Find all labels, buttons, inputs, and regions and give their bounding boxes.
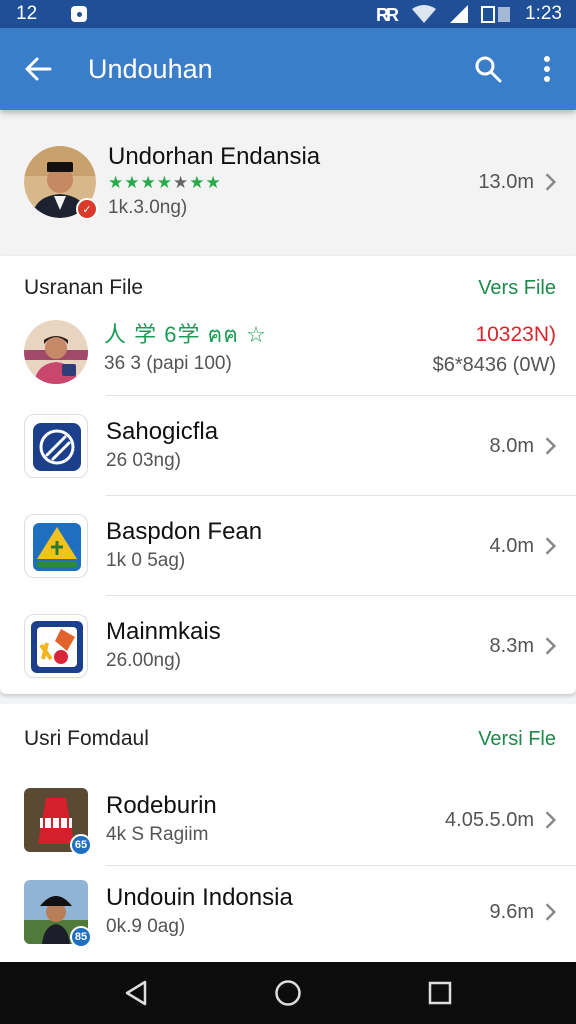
app-icon: 65 [24, 788, 92, 856]
list-item[interactable]: Sahogicfla 26 03ng) 8.0m [0, 396, 576, 496]
nav-recents-button[interactable] [410, 962, 470, 1024]
item-size-group: 8.3m [490, 635, 558, 658]
item-subtitle: 0k.9 0ag) [106, 916, 186, 937]
app-icon: 85 [24, 880, 92, 948]
app-bar: Undouhan [0, 28, 576, 110]
list-item[interactable]: 65 Rodeburin 4k S Ragiim 4.05.5.0m [0, 774, 576, 866]
chevron-right-icon [545, 811, 557, 829]
back-button[interactable] [0, 28, 76, 110]
item-price-primary: 10323N) [475, 323, 556, 346]
chevron-right-icon [545, 637, 557, 655]
item-subtitle: 36 3 (papi 100) [104, 353, 232, 374]
chevron-right-icon [545, 903, 557, 921]
network-icon: RR [376, 5, 399, 24]
item-subtitle: 4k S Ragiim [106, 824, 209, 845]
list-item[interactable]: Baspdon Fean 1k 0 5ag) 4.0m [0, 496, 576, 596]
status-time: 1:23 [525, 3, 562, 24]
section-header: Usri Fomdaul Versi Fle [0, 704, 576, 774]
star-icon: ★ [172, 173, 190, 192]
featured-item[interactable]: ✓ Undorhan Endansia ★★★★★★★ 1k.3.0ng) 13… [0, 110, 576, 254]
item-title: Undouin Indonsia [106, 884, 293, 911]
battery-icon [481, 6, 511, 23]
app-icon [24, 414, 88, 478]
item-price: 10323N) $6*8436 (0W) [433, 320, 556, 380]
chevron-right-icon [545, 173, 557, 191]
item-title: Sahogicfla [106, 418, 219, 445]
item-size-group: 8.0m [490, 435, 558, 458]
section-title: Usri Fomdaul [24, 727, 149, 750]
item-text: Mainmkais 26.00ng) [106, 617, 490, 675]
more-options-button[interactable] [518, 28, 576, 110]
section-usranan-file: Usranan File Vers File 人 学 6学 ฅฅ ☆ 36 3 … [0, 256, 576, 694]
section-link[interactable]: Vers File [478, 277, 556, 300]
item-size-group: 4.0m [490, 535, 558, 558]
nav-home-button[interactable] [258, 962, 318, 1024]
app-title: Undouhan [88, 53, 213, 84]
search-icon [475, 56, 502, 83]
nav-recents-icon [428, 981, 452, 1005]
chevron-right-icon [545, 537, 557, 555]
section-title: Usranan File [24, 276, 144, 299]
item-size-group: 4.05.5.0m [445, 809, 558, 832]
item-size-group: 9.6m [490, 901, 558, 924]
item-price-secondary: $6*8436 (0W) [432, 354, 556, 376]
item-text: Baspdon Fean 1k 0 5ag) [106, 517, 490, 575]
more-vert-icon [544, 56, 550, 82]
signal-icon [450, 5, 469, 23]
nav-home-icon [275, 980, 301, 1006]
item-size: 8.0m [489, 434, 534, 457]
featured-text: Undorhan Endansia ★★★★★★★ 1k.3.0ng) [108, 142, 478, 222]
app-badge-icon: 85 [70, 926, 92, 948]
item-title: Rodeburin [106, 792, 217, 819]
featured-avatar: ✓ [24, 146, 98, 220]
app-badge-icon: 65 [70, 834, 92, 856]
item-size: 9.6m [489, 900, 534, 923]
section-header: Usranan File Vers File [0, 256, 576, 320]
item-avatar [24, 320, 88, 384]
status-time-left: 12 [16, 3, 38, 24]
section-usri-fomdaul: Usri Fomdaul Versi Fle 65 Rodeburin 4k S… [0, 704, 576, 962]
status-bar: 12 RR 1:23 [0, 0, 576, 28]
list-item[interactable]: Mainmkais 26.00ng) 8.3m [0, 596, 576, 696]
navigation-bar [0, 962, 576, 1024]
search-button[interactable] [458, 28, 518, 110]
item-size: 8.3m [489, 634, 534, 657]
list-item[interactable]: 85 Undouin Indonsia 0k.9 0ag) 9.6m [0, 866, 576, 958]
nav-back-button[interactable] [106, 962, 166, 1024]
item-subtitle: 26 03ng) [106, 450, 182, 471]
item-title: Mainmkais [106, 618, 221, 645]
svg-text:R: R [386, 5, 399, 24]
item-title: Baspdon Fean [106, 518, 263, 545]
featured-size-group: 13.0m [478, 171, 558, 194]
item-text: Rodeburin 4k S Ragiim [106, 791, 445, 849]
chevron-right-icon [545, 437, 557, 455]
item-subtitle: 26.00ng) [106, 650, 182, 671]
wifi-icon [412, 5, 437, 23]
item-title: 人 学 6学 ฅฅ ☆ [104, 322, 267, 347]
star-icon: ★★★★ [108, 173, 173, 192]
list-item[interactable]: 人 学 6学 ฅฅ ☆ 36 3 (papi 100) 10323N) $6*8… [0, 320, 576, 396]
featured-title: Undorhan Endansia [108, 143, 321, 170]
notification-icon [71, 6, 88, 22]
app-icon [24, 514, 88, 578]
section-link[interactable]: Versi Fle [478, 728, 556, 751]
nav-back-icon [125, 980, 147, 1006]
item-size: 4.05.5.0m [445, 808, 534, 831]
featured-subtitle: 1k.3.0ng) [108, 197, 188, 218]
app-icon [24, 614, 88, 678]
back-arrow-icon [25, 57, 52, 81]
star-icon: ★★ [189, 173, 222, 192]
item-text: Undouin Indonsia 0k.9 0ag) [106, 883, 490, 941]
item-size: 4.0m [489, 534, 534, 557]
verified-badge-icon: ✓ [76, 198, 98, 220]
featured-size: 13.0m [478, 170, 534, 193]
item-text: 人 学 6学 ฅฅ ☆ 36 3 (papi 100) [104, 320, 433, 378]
rating-stars: ★★★★★★★ [108, 172, 478, 194]
item-text: Sahogicfla 26 03ng) [106, 417, 490, 475]
item-subtitle: 1k 0 5ag) [106, 550, 186, 571]
